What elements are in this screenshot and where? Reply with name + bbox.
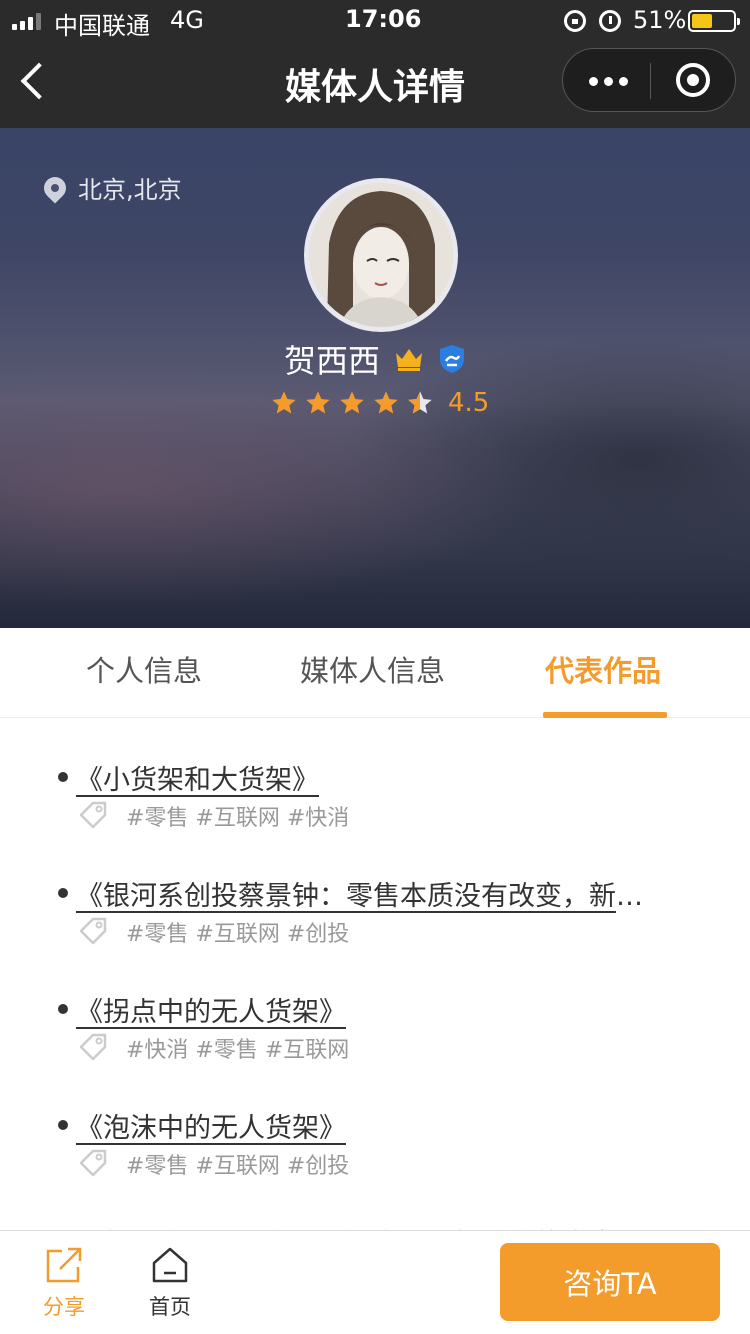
star-icon	[272, 391, 296, 414]
battery-icon	[688, 10, 740, 32]
tab-representative-works[interactable]: 代表作品	[545, 648, 661, 690]
battery-percent: 51%	[633, 6, 687, 34]
carrier-label: 中国联通	[54, 12, 150, 40]
tag-icon	[79, 1149, 107, 1177]
star-icon	[374, 391, 398, 414]
bullet	[58, 772, 68, 782]
work-tags: #零售 #互联网 #创投	[126, 922, 350, 947]
location: 北京,北京	[39, 170, 182, 205]
list-item: 《拐点中的无人货架》 #快消 #零售 #互联网	[0, 952, 750, 1063]
share-label: 分享	[43, 1295, 85, 1319]
capsule-divider	[650, 63, 651, 99]
work-tags: #快消 #零售 #互联网	[126, 1038, 350, 1063]
network-type: 4G	[170, 6, 204, 34]
home-label: 首页	[149, 1295, 191, 1319]
signal-icon	[12, 12, 41, 30]
clock: 17:06	[345, 5, 422, 33]
crown-icon	[396, 349, 422, 371]
list-item: 《小货架和大货架》 #零售 #互联网 #快消	[0, 720, 750, 831]
home-icon	[152, 1247, 188, 1283]
bullet	[58, 1004, 68, 1014]
profile-header: 北京,北京 贺西西 4.5	[0, 128, 750, 628]
status-bar: 中国联通 4G 17:06 51%	[0, 0, 750, 40]
rating-value: 4.5	[448, 388, 490, 418]
location-pin-icon	[39, 171, 71, 204]
home-button[interactable]: 首页	[138, 1243, 202, 1323]
tag-icon	[79, 917, 107, 945]
bullet	[58, 888, 68, 898]
star-icon	[306, 391, 330, 414]
tag-icon	[79, 1033, 107, 1061]
close-miniapp-icon[interactable]	[676, 63, 710, 97]
list-item: 《新零售——门店是一渠道、传播融合的生意》	[0, 1184, 750, 1230]
battery-level	[692, 14, 713, 28]
half-star-icon	[408, 391, 432, 414]
share-button[interactable]: 分享	[30, 1243, 98, 1323]
orientation-lock-icon	[564, 10, 586, 32]
work-tags: #零售 #互联网 #创投	[126, 1154, 350, 1179]
verified-badge-icon	[440, 345, 464, 373]
tab-personal-info[interactable]: 个人信息	[86, 648, 202, 690]
work-title-link[interactable]: 《泡沫中的无人货架》	[76, 1106, 346, 1145]
active-tab-indicator	[543, 712, 667, 718]
profile-name: 贺西西	[283, 342, 380, 380]
consult-button[interactable]: 咨询TA	[500, 1243, 720, 1321]
works-list: 《小货架和大货架》 #零售 #互联网 #快消 《银河系创投蔡景钟：零售本质没有改…	[0, 720, 750, 1230]
share-icon	[46, 1247, 82, 1283]
star-icon	[340, 391, 364, 414]
navigation-bar: 媒体人详情	[0, 40, 750, 128]
more-icon[interactable]	[589, 77, 628, 86]
tab-media-info[interactable]: 媒体人信息	[300, 648, 445, 690]
alarm-icon	[599, 10, 621, 32]
work-tags: #零售 #互联网 #快消	[126, 806, 350, 831]
bottom-action-bar: 分享 首页 咨询TA	[0, 1230, 750, 1334]
work-title-link[interactable]: 《拐点中的无人货架》	[76, 990, 346, 1029]
miniapp-capsule	[562, 48, 736, 112]
work-title-link[interactable]: 《银河系创投蔡景钟：零售本质没有改变，新零售的关键是效率的提升》	[76, 874, 668, 913]
name-row: 贺西西	[0, 336, 750, 382]
location-text: 北京,北京	[78, 176, 182, 204]
tab-bar: 个人信息 媒体人信息 代表作品	[0, 628, 750, 718]
rating: 4.5	[270, 388, 489, 418]
list-item: 《银河系创投蔡景钟：零售本质没有改变，新零售的关键是效率的提升》 #零售 #互联…	[0, 836, 750, 947]
work-title-link[interactable]: 《新零售——门店是一渠道、传播融合的生意》	[76, 1222, 643, 1230]
avatar	[304, 178, 458, 332]
tag-icon	[79, 801, 107, 829]
bullet	[58, 1120, 68, 1130]
work-title-link[interactable]: 《小货架和大货架》	[76, 758, 319, 797]
list-item: 《泡沫中的无人货架》 #零售 #互联网 #创投	[0, 1068, 750, 1179]
